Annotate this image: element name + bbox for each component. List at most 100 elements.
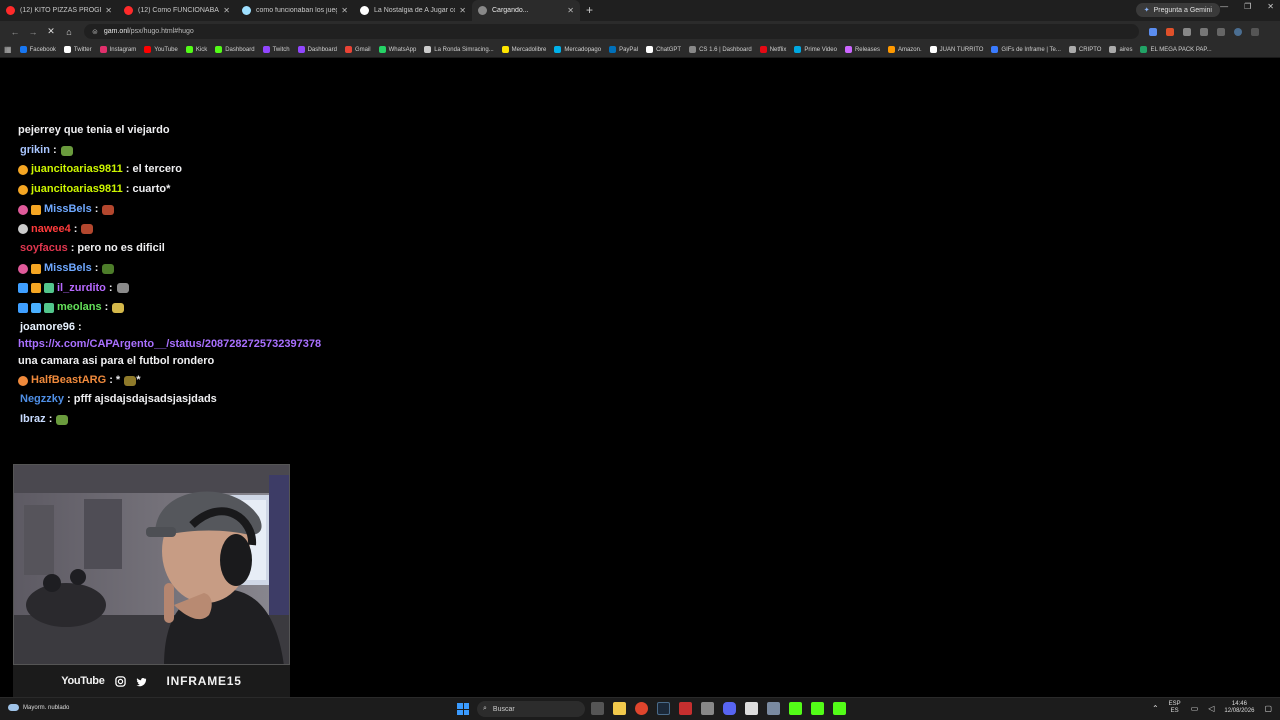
extensions-puzzle-icon[interactable] (1200, 27, 1208, 36)
bookmark-item[interactable]: Dashboard (215, 46, 255, 53)
bookmark-favicon-icon (99, 46, 107, 53)
steam-icon[interactable] (657, 702, 670, 715)
new-tab-icon[interactable]: + (586, 0, 593, 21)
minimize-icon[interactable]: — (1220, 2, 1228, 11)
chat-username[interactable]: HalfBeastARG (31, 371, 106, 391)
start-button[interactable] (457, 703, 469, 715)
bookmark-item[interactable]: Mercadolibre (501, 46, 546, 53)
tab-close-icon[interactable]: ✕ (459, 6, 466, 15)
chat-username[interactable]: Ibraz (20, 410, 46, 430)
bookmark-item[interactable]: Twitter (63, 46, 92, 53)
address-bar[interactable]: ⊜ gam.onl/psx/hugo.html#hugo (84, 24, 1139, 39)
browser-tab[interactable]: La Nostalgia de A Jugar con H ✕ (354, 0, 472, 21)
home-icon[interactable]: ⌂ (60, 27, 78, 37)
kick-icon-2[interactable] (811, 702, 824, 715)
bookmark-item[interactable]: ChatGPT (646, 46, 681, 53)
chat-username[interactable]: nawee4 (31, 220, 71, 240)
tab-close-icon[interactable]: ✕ (105, 6, 112, 15)
app-red-icon[interactable] (679, 702, 692, 715)
taskbar-search[interactable]: ⌕ Buscar (477, 701, 585, 717)
bookmark-item[interactable]: Facebook (19, 46, 56, 53)
bookmark-item[interactable]: Amazon. (887, 46, 922, 53)
chat-badge-icon (31, 303, 41, 314)
chat-badge-icon (18, 283, 28, 294)
gemini-icon: ✦ (1143, 7, 1150, 14)
profile-icon[interactable] (1234, 27, 1242, 36)
chat-emote-icon (112, 303, 125, 314)
language-indicator[interactable]: ESP ES (1169, 701, 1181, 715)
browser-tab[interactable]: (12) Como FUNCIONABAN los✕ (118, 0, 236, 21)
chat-username[interactable]: il_zurdito (57, 279, 106, 299)
bookmark-item[interactable]: EL MEGA PACK PAP... (1140, 46, 1212, 53)
chrome-icon[interactable] (635, 702, 648, 715)
discord-icon[interactable] (723, 702, 736, 715)
chat-emote-icon (60, 145, 73, 156)
browser-tab[interactable]: como funcionaban los juegos d ✕ (236, 0, 354, 21)
gemini-button[interactable]: ✦ Pregunta a Gemini (1135, 3, 1220, 17)
bookmark-item[interactable]: GIFs de Inframe | Te... (991, 46, 1061, 53)
extension-gray-icon[interactable] (1183, 27, 1191, 36)
bookmark-item[interactable]: JUAN TURRITO (929, 46, 983, 53)
bookmark-item[interactable]: Prime Video (794, 46, 837, 53)
kick-icon-3[interactable] (833, 702, 846, 715)
file-explorer-icon[interactable] (613, 702, 626, 715)
chat-username[interactable]: juancitoarias9811 (31, 160, 123, 180)
extension-red-icon[interactable] (1166, 27, 1174, 36)
app-slate-icon[interactable] (767, 702, 780, 715)
chat-username[interactable]: MissBels (44, 200, 92, 220)
back-icon[interactable]: ← (6, 27, 24, 37)
clock[interactable]: 14:46 12/08/2026 (1224, 701, 1254, 715)
reload-icon[interactable]: ✕ (42, 26, 60, 37)
browser-tab[interactable]: (12) KITO PIZZAS PROGRAMA ✕ (0, 0, 118, 21)
chat-username[interactable]: juancitoarias9811 (31, 180, 123, 200)
bookmark-star-icon[interactable] (1149, 27, 1157, 36)
chat-message-tail: * (136, 373, 141, 386)
bookmark-item[interactable]: Gmail (344, 46, 371, 53)
chat-username[interactable]: MissBels (44, 259, 92, 279)
restore-icon[interactable]: ❐ (1244, 2, 1251, 11)
kick-icon[interactable] (789, 702, 802, 715)
sidepanel-icon[interactable] (1217, 27, 1225, 36)
chat-username[interactable]: joamore96 (20, 318, 75, 338)
bookmark-item[interactable]: Kick (185, 46, 207, 53)
bookmark-item[interactable]: Instagram (99, 46, 136, 53)
browser-tab[interactable]: Cargando... ✕ (472, 0, 580, 21)
bookmark-item[interactable]: Dashboard (297, 46, 337, 53)
chat-username[interactable]: soyfacus (20, 239, 68, 259)
tab-close-icon[interactable]: ✕ (223, 6, 230, 15)
weather-widget[interactable]: Mayorm. nublado (8, 704, 69, 711)
bookmark-item[interactable]: Mercadopago (554, 46, 601, 53)
menu-icon[interactable] (1251, 27, 1259, 36)
site-info-icon[interactable]: ⊜ (92, 28, 98, 36)
chat-link[interactable]: https://x.com/CAPArgento__/status/208728… (18, 338, 321, 350)
forward-icon[interactable]: → (24, 27, 42, 37)
bookmark-favicon-icon (501, 46, 509, 53)
tab-close-icon[interactable]: ✕ (341, 6, 348, 15)
bookmark-item[interactable]: aires (1109, 46, 1132, 53)
bookmark-item[interactable]: YouTube (144, 46, 178, 53)
chevron-up-icon[interactable]: ⌃ (1152, 704, 1159, 713)
bookmark-item[interactable]: CRIPTO (1068, 46, 1101, 53)
bookmark-item[interactable]: La Ronda Simracing... (424, 46, 494, 53)
close-window-icon[interactable]: ✕ (1267, 2, 1274, 11)
tab-close-icon[interactable]: ✕ (567, 6, 574, 15)
bookmark-favicon-icon (646, 46, 654, 53)
notification-icon[interactable]: ▢ (1264, 704, 1272, 713)
app-gray-icon[interactable] (701, 702, 714, 715)
app-white-icon[interactable] (745, 702, 758, 715)
bookmark-favicon-icon (19, 46, 27, 53)
bookmark-item[interactable]: WhatsApp (378, 46, 416, 53)
chat-username[interactable]: meolans (57, 298, 102, 318)
bookmark-item[interactable]: Netflix (759, 46, 786, 53)
chat-username[interactable]: Negzzky (20, 390, 64, 410)
bookmark-item[interactable]: PayPal (609, 46, 638, 53)
bookmark-item[interactable]: CS 1.6 | Dashboard (689, 46, 752, 53)
apps-grid-icon[interactable]: ▦ (4, 45, 12, 54)
bookmark-item[interactable]: Twitch (262, 46, 290, 53)
bookmark-item[interactable]: Releases (844, 46, 880, 53)
volume-icon[interactable]: ◁ (1208, 704, 1214, 713)
task-view-icon[interactable] (591, 702, 604, 715)
chat-message-text: : (78, 321, 82, 334)
network-icon[interactable]: ▭ (1191, 704, 1199, 713)
chat-username[interactable]: grikin (20, 141, 50, 161)
